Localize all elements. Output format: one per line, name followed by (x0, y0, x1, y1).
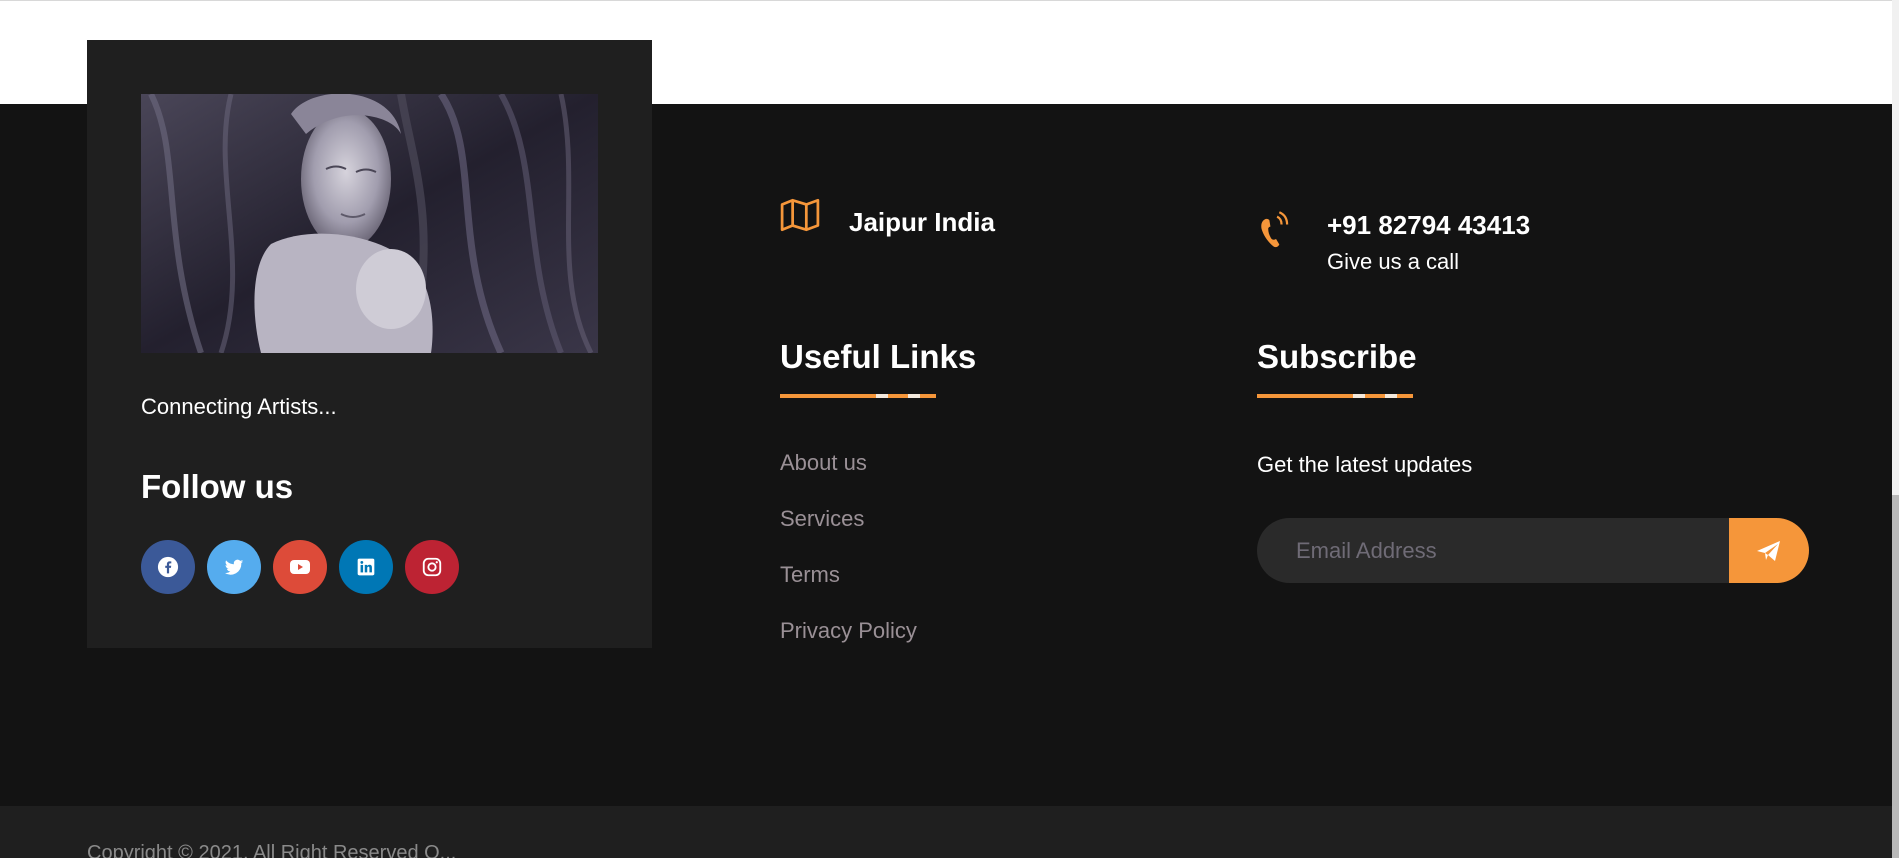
copyright-text: Copyright © 2021. All Right Reserved O..… (87, 842, 457, 858)
subscribe-text: Get the latest updates (1257, 452, 1473, 477)
subscribe-underline (1257, 394, 1413, 398)
link-services[interactable]: Services (780, 506, 917, 562)
map-icon (780, 198, 820, 232)
phone-subtitle: Give us a call (1327, 249, 1460, 274)
facebook-button[interactable] (141, 540, 195, 594)
send-icon (1757, 540, 1780, 561)
phone-number[interactable]: +91 82794 43413 (1327, 210, 1530, 241)
follow-us-heading: Follow us (141, 468, 294, 505)
contact-phone: +91 82794 43413 Give us a call (1256, 210, 1530, 275)
social-links (141, 540, 459, 594)
instagram-button[interactable] (405, 540, 459, 594)
page: Connecting Artists... Follow us Jaipur I… (0, 0, 1899, 858)
artwork-image (141, 94, 598, 353)
location-text: Jaipur India (849, 207, 995, 237)
twitter-button[interactable] (207, 540, 261, 594)
about-card: Connecting Artists... Follow us (87, 40, 652, 648)
link-terms[interactable]: Terms (780, 562, 917, 618)
youtube-icon (290, 560, 310, 574)
subscribe-heading: Subscribe (1257, 338, 1417, 375)
facebook-icon (157, 556, 179, 578)
link-about-us[interactable]: About us (780, 450, 917, 506)
scrollbar-thumb[interactable] (1892, 495, 1899, 858)
linkedin-button[interactable] (339, 540, 393, 594)
linkedin-icon (357, 558, 375, 576)
instagram-icon (422, 557, 442, 577)
phone-icon (1261, 211, 1289, 248)
twitter-icon (224, 559, 244, 575)
link-privacy-policy[interactable]: Privacy Policy (780, 618, 917, 674)
useful-links-heading: Useful Links (780, 338, 977, 375)
useful-links-underline (780, 394, 936, 398)
useful-links-list: About us Services Terms Privacy Policy (780, 450, 917, 674)
tagline: Connecting Artists... (141, 394, 337, 419)
email-input[interactable] (1257, 518, 1730, 583)
contact-location: Jaipur India (780, 195, 995, 238)
subscribe-button[interactable] (1729, 518, 1809, 583)
youtube-button[interactable] (273, 540, 327, 594)
